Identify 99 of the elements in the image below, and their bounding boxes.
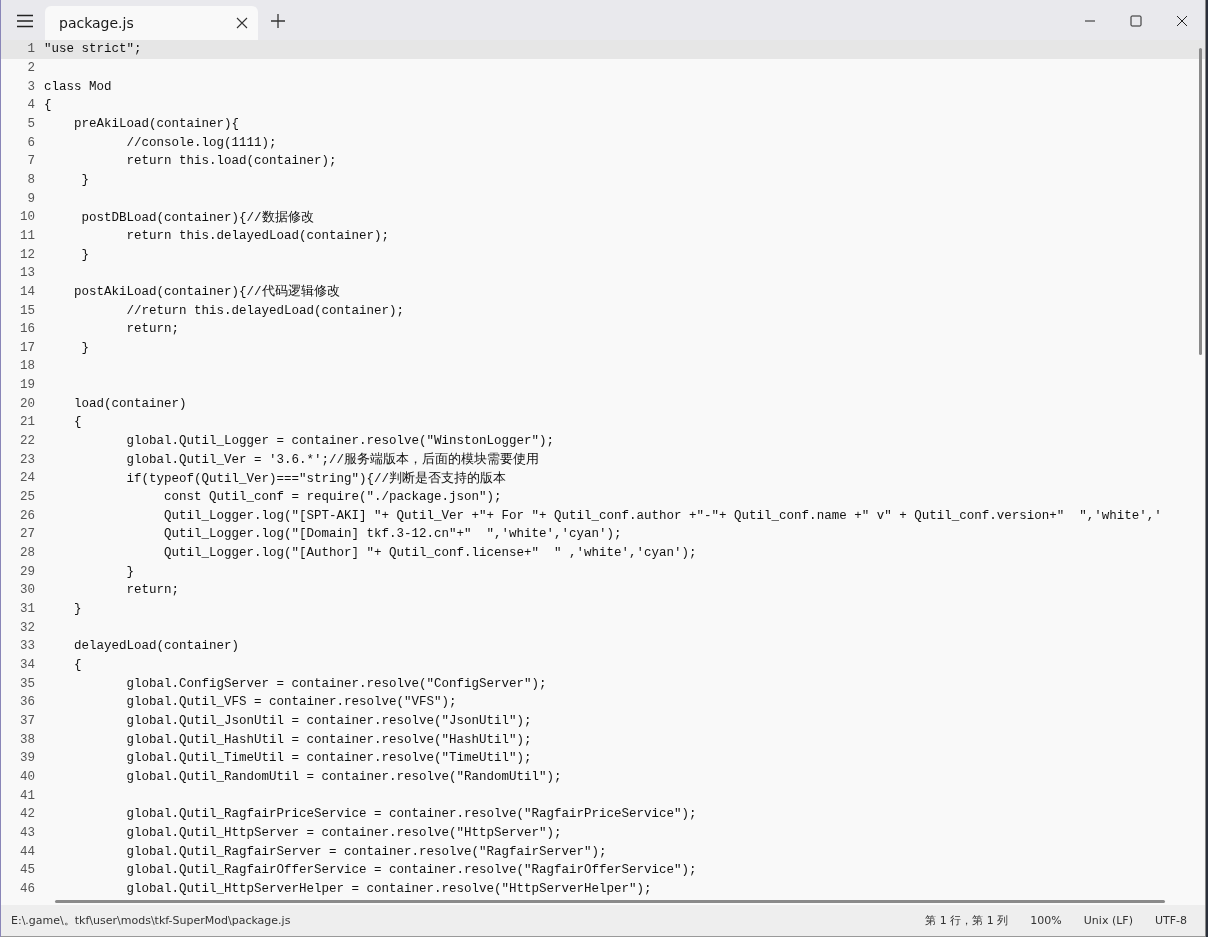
line-number: 11 [19, 228, 35, 243]
line-number: 16 [19, 322, 35, 337]
zoom-level: 100% [1030, 914, 1062, 927]
code-line: load(container) [73, 396, 187, 411]
line-number: 40 [19, 769, 35, 784]
code-line: global.Qutil_HashUtil = container.resolve("HashUtil"); [125, 732, 532, 747]
code-line: return this.load(container); [125, 154, 337, 169]
line-number: 24 [19, 471, 35, 486]
code-line: global.Qutil_VFS = container.resolve("VFS"); [125, 695, 457, 710]
encoding: UTF-8 [1154, 914, 1187, 927]
line-number: 39 [19, 751, 35, 766]
line-number: 9 [26, 191, 35, 206]
code-line: global.Qutil_RagfairPriceService = container.resolve("RagfairPriceService"); [125, 807, 697, 822]
line-number: 30 [19, 583, 35, 598]
line-number: 21 [19, 415, 35, 430]
line-ending: Unix (LF) [1083, 914, 1133, 927]
line-number: 12 [19, 247, 35, 262]
cursor-position: 第 1 行，第 1 列 [925, 913, 1009, 928]
line-number: 18 [19, 359, 35, 374]
line-number: 1 [26, 42, 35, 57]
code-line: if(typeof(Qutil_Ver)==="string"){//判断是否支持的版本 [125, 470, 507, 487]
line-number: 33 [19, 639, 35, 654]
code-line: return; [125, 322, 180, 337]
code-line: global.Qutil_JsonUtil = container.resolve("JsonUtil"); [125, 713, 532, 728]
line-number: 14 [19, 284, 35, 299]
code-line: Qutil_Logger.log("[Author] "+ Qutil_conf.license+" " ,'white','cyan'); [163, 546, 697, 561]
line-number: 6 [26, 135, 35, 150]
code-line: preAkiLoad(container){ [73, 116, 240, 131]
line-number: 44 [19, 844, 35, 859]
close-icon[interactable] [1176, 15, 1188, 27]
code-line: { [73, 658, 82, 672]
code-line: global.Qutil_RagfairServer = container.resolve("RagfairServer"); [125, 844, 607, 859]
line-number: 8 [26, 172, 35, 187]
horizontal-scrollbar[interactable] [55, 900, 1165, 903]
line-number: 35 [19, 676, 35, 691]
code-line: global.Qutil_Ver = '3.6.*';//服务端版本，后面的模块需要使用 [125, 451, 540, 469]
code-line: postAkiLoad(container){//代码逻辑修改 [73, 283, 340, 301]
code-line: } [80, 172, 89, 187]
close-tab-icon[interactable] [236, 17, 248, 29]
code-line: { [44, 98, 52, 113]
file-tab[interactable]: package.js [45, 6, 258, 40]
line-number: 13 [19, 266, 35, 281]
line-number: 36 [19, 695, 35, 710]
code-line: class Mod [44, 79, 112, 94]
code-line: global.Qutil_Logger = container.resolve("WinstonLogger"); [125, 434, 555, 449]
line-number: 38 [19, 732, 35, 747]
line-number: 4 [26, 98, 35, 113]
line-number: 34 [19, 658, 35, 672]
line-number: 37 [19, 713, 35, 728]
line-number: 43 [19, 825, 35, 840]
line-number: 3 [26, 79, 35, 94]
code-line: } [125, 564, 134, 579]
line-number: 46 [19, 881, 35, 896]
code-line: //console.log(1111); [125, 135, 277, 150]
maximize-icon[interactable] [1130, 15, 1142, 27]
line-number: 42 [19, 807, 35, 822]
code-line: } [80, 340, 89, 355]
code-line: postDBLoad(container){//数据修改 [80, 209, 314, 226]
line-number: 5 [26, 116, 35, 131]
code-line: Qutil_Logger.log("[SPT-AKI] "+ Qutil_Ver +"+ For "+ Qutil_conf.author +"-"+ Qutil_conf.name +" v" + Qutil_conf.version+" ",'white',' [163, 508, 1162, 523]
code-line: } [80, 247, 89, 262]
line-number: 23 [19, 452, 35, 467]
code-line: global.Qutil_HttpServer = container.resolve("HttpServer"); [125, 825, 562, 840]
code-line: global.Qutil_RandomUtil = container.resolve("RandomUtil"); [125, 769, 562, 784]
line-number: 41 [19, 788, 35, 803]
code-line: } [73, 602, 82, 616]
file-path: E:\.game\。tkf\user\mods\tkf-SuperMod\package.js [11, 913, 291, 928]
line-number: 25 [19, 490, 35, 505]
line-number: 15 [19, 303, 35, 318]
line-number: 19 [19, 378, 35, 393]
line-number: 7 [26, 154, 35, 169]
new-tab-icon[interactable] [270, 13, 286, 29]
line-number: 10 [19, 210, 35, 225]
code-line: global.ConfigServer = container.resolve("ConfigServer"); [125, 676, 547, 691]
code-line: Qutil_Logger.log("[Domain] tkf.3-12.cn"+" ",'white','cyan'); [163, 527, 622, 542]
line-number: 31 [19, 602, 35, 616]
code-line: global.Qutil_TimeUtil = container.resolve("TimeUtil"); [125, 751, 532, 766]
line-number: 20 [19, 396, 35, 411]
menu-icon [16, 14, 34, 28]
line-number: 28 [19, 546, 35, 561]
line-number: 26 [19, 508, 35, 523]
line-number: 17 [19, 340, 35, 355]
code-line: return; [125, 583, 180, 598]
code-line: { [73, 415, 82, 430]
code-line: delayedLoad(container) [73, 639, 240, 654]
code-line: global.Qutil_RagfairOfferService = container.resolve("RagfairOfferService"); [125, 863, 697, 878]
code-line: const Qutil_conf = require("./package.json"); [163, 490, 502, 505]
tab-title: package.js [59, 15, 134, 31]
line-number: 29 [19, 564, 35, 579]
line-number: 22 [19, 434, 35, 449]
code-line: //return this.delayedLoad(container); [125, 303, 405, 318]
line-number: 27 [19, 527, 35, 542]
line-number: 32 [19, 620, 35, 635]
line-number: 45 [19, 863, 35, 878]
line-number: 2 [26, 61, 35, 75]
code-line: return this.delayedLoad(container); [125, 228, 390, 243]
vertical-scrollbar[interactable] [1199, 48, 1202, 355]
code-line: global.Qutil_HttpServerHelper = container.resolve("HttpServerHelper"); [125, 881, 652, 896]
code-line: "use strict"; [44, 42, 142, 57]
